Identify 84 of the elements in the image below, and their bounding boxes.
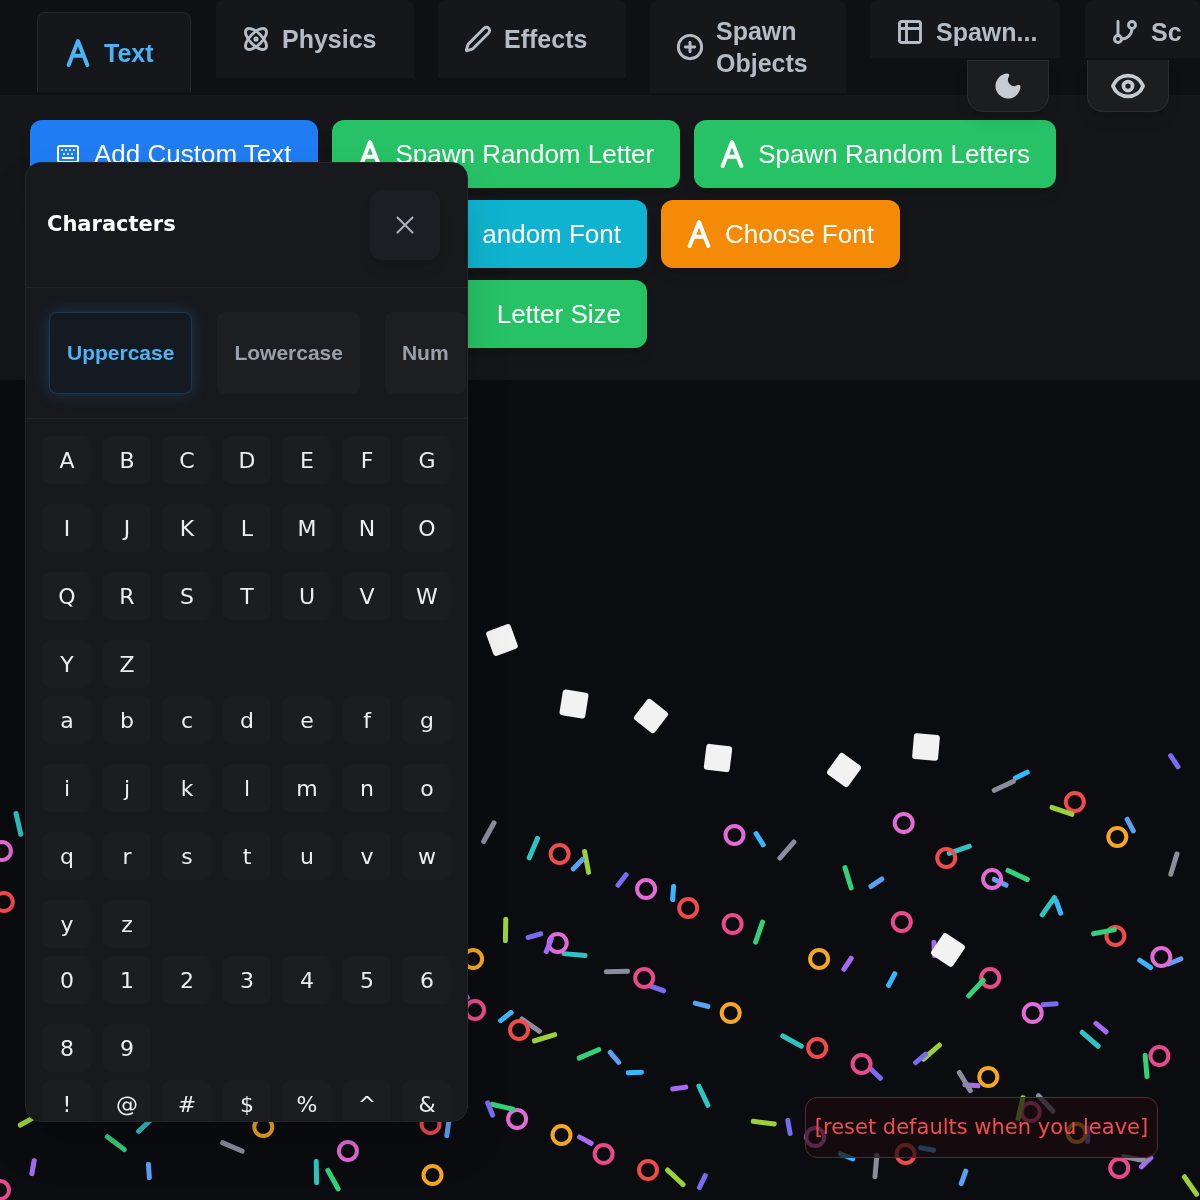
plus-circle-icon <box>676 32 704 61</box>
tab[interactable]: Physics <box>216 0 414 78</box>
character-key[interactable]: 3 <box>223 956 271 1004</box>
character-key[interactable]: e <box>283 696 331 744</box>
character-key[interactable]: 9 <box>103 1024 151 1072</box>
character-key[interactable]: ! <box>43 1080 91 1121</box>
character-key[interactable]: y <box>43 900 91 948</box>
character-key[interactable]: S <box>163 572 211 620</box>
character-key[interactable]: C <box>163 436 211 484</box>
character-key[interactable]: u <box>283 832 331 880</box>
character-key[interactable]: R <box>103 572 151 620</box>
character-key[interactable]: W <box>403 572 451 620</box>
character-key[interactable]: t <box>223 832 271 880</box>
character-key[interactable]: T <box>223 572 271 620</box>
character-key[interactable]: D <box>223 436 271 484</box>
character-key[interactable]: 0 <box>43 956 91 1004</box>
character-key[interactable]: N <box>343 504 391 552</box>
character-key[interactable]: % <box>283 1080 331 1121</box>
tab[interactable]: Sc <box>1085 0 1200 58</box>
character-key[interactable]: r <box>103 832 151 880</box>
branch-icon <box>1111 18 1139 46</box>
pen-icon <box>464 25 492 53</box>
character-key[interactable]: b <box>103 696 151 744</box>
character-key[interactable]: Y <box>43 640 91 688</box>
character-key[interactable]: $ <box>223 1080 271 1121</box>
character-key[interactable]: m <box>283 764 331 812</box>
character-key[interactable]: s <box>163 832 211 880</box>
character-key[interactable]: ^ <box>343 1080 391 1121</box>
tab[interactable]: Spawn Objects <box>650 0 846 93</box>
panel-title: Characters <box>47 211 176 239</box>
table-icon <box>896 18 924 46</box>
character-key[interactable]: j <box>103 764 151 812</box>
character-key[interactable]: G <box>403 436 451 484</box>
character-key[interactable]: q <box>43 832 91 880</box>
character-key[interactable]: # <box>163 1080 211 1121</box>
character-key[interactable]: o <box>403 764 451 812</box>
character-key[interactable]: & <box>403 1080 451 1121</box>
character-key[interactable]: 5 <box>343 956 391 1004</box>
character-key[interactable]: L <box>223 504 271 552</box>
tab[interactable]: Text <box>37 12 191 92</box>
character-key[interactable]: Q <box>43 572 91 620</box>
character-key[interactable]: a <box>43 696 91 744</box>
tab[interactable]: Spawn... <box>870 0 1060 58</box>
tab[interactable]: Effects <box>438 0 626 78</box>
character-key[interactable]: d <box>223 696 271 744</box>
character-key[interactable]: O <box>403 504 451 552</box>
character-key[interactable]: c <box>163 696 211 744</box>
character-key[interactable]: @ <box>103 1080 151 1121</box>
character-key[interactable]: l <box>223 764 271 812</box>
character-key[interactable]: A <box>43 436 91 484</box>
atom-icon <box>242 25 270 53</box>
category-tab[interactable]: Lowercase <box>217 312 360 394</box>
character-key[interactable]: v <box>343 832 391 880</box>
character-key[interactable]: F <box>343 436 391 484</box>
character-key[interactable]: i <box>43 764 91 812</box>
character-key[interactable]: 6 <box>403 956 451 1004</box>
character-key[interactable]: B <box>103 436 151 484</box>
character-key[interactable]: f <box>343 696 391 744</box>
character-key[interactable]: 4 <box>283 956 331 1004</box>
character-key[interactable]: U <box>283 572 331 620</box>
character-key[interactable]: I <box>43 504 91 552</box>
font-icon <box>687 220 711 248</box>
character-key[interactable]: n <box>343 764 391 812</box>
font-icon <box>64 38 92 67</box>
character-key[interactable]: 1 <box>103 956 151 1004</box>
character-key[interactable]: E <box>283 436 331 484</box>
character-key[interactable]: 8 <box>43 1024 91 1072</box>
character-key[interactable]: J <box>103 504 151 552</box>
character-key[interactable]: g <box>403 696 451 744</box>
font-icon <box>720 140 745 168</box>
character-key[interactable]: Z <box>103 640 151 688</box>
character-key[interactable]: 2 <box>163 956 211 1004</box>
character-key[interactable]: M <box>283 504 331 552</box>
moon-icon <box>993 71 1023 101</box>
moon-button[interactable] <box>967 60 1049 112</box>
eye-button[interactable] <box>1087 60 1169 112</box>
category-tab[interactable]: Uppercase <box>49 312 193 394</box>
character-key[interactable]: V <box>343 572 391 620</box>
character-key[interactable]: z <box>103 900 151 948</box>
character-key[interactable]: k <box>163 764 211 812</box>
character-key[interactable]: w <box>403 832 451 880</box>
reset-notice: [reset defaults when you leave] <box>805 1097 1158 1158</box>
category-tab[interactable]: Num <box>384 312 466 394</box>
character-key[interactable]: K <box>163 504 211 552</box>
